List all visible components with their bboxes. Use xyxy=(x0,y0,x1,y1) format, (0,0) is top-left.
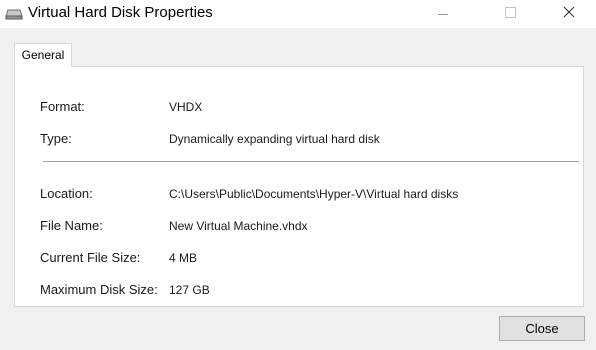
file-name-value: New Virtual Machine.vhdx xyxy=(169,219,308,233)
maximize-icon[interactable] xyxy=(488,0,534,28)
close-icon[interactable] xyxy=(546,0,592,28)
current-file-size-value: 4 MB xyxy=(169,251,198,265)
minimize-icon[interactable] xyxy=(420,0,466,28)
file-name-label: File Name: xyxy=(40,218,103,233)
format-label: Format: xyxy=(40,99,85,114)
location-label: Location: xyxy=(40,186,93,201)
section-divider xyxy=(43,161,579,162)
hard-disk-icon xyxy=(5,5,23,21)
tab-general[interactable]: General xyxy=(14,43,72,67)
properties-dialog: Virtual Hard Disk Properties General For… xyxy=(0,0,596,350)
title-bar[interactable]: Virtual Hard Disk Properties xyxy=(0,0,596,28)
maximum-disk-size-label: Maximum Disk Size: xyxy=(40,282,158,297)
close-button[interactable]: Close xyxy=(499,316,585,341)
type-label: Type: xyxy=(40,131,72,146)
current-file-size-label: Current File Size: xyxy=(40,250,141,265)
maximum-disk-size-value: 127 GB xyxy=(169,283,210,297)
location-value: C:\Users\Public\Documents\Hyper-V\Virtua… xyxy=(169,187,459,201)
window-title: Virtual Hard Disk Properties xyxy=(28,4,213,21)
type-value: Dynamically expanding virtual hard disk xyxy=(169,132,380,146)
format-value: VHDX xyxy=(169,100,203,114)
general-tab-panel: Format: VHDX Type: Dynamically expanding… xyxy=(14,66,584,307)
